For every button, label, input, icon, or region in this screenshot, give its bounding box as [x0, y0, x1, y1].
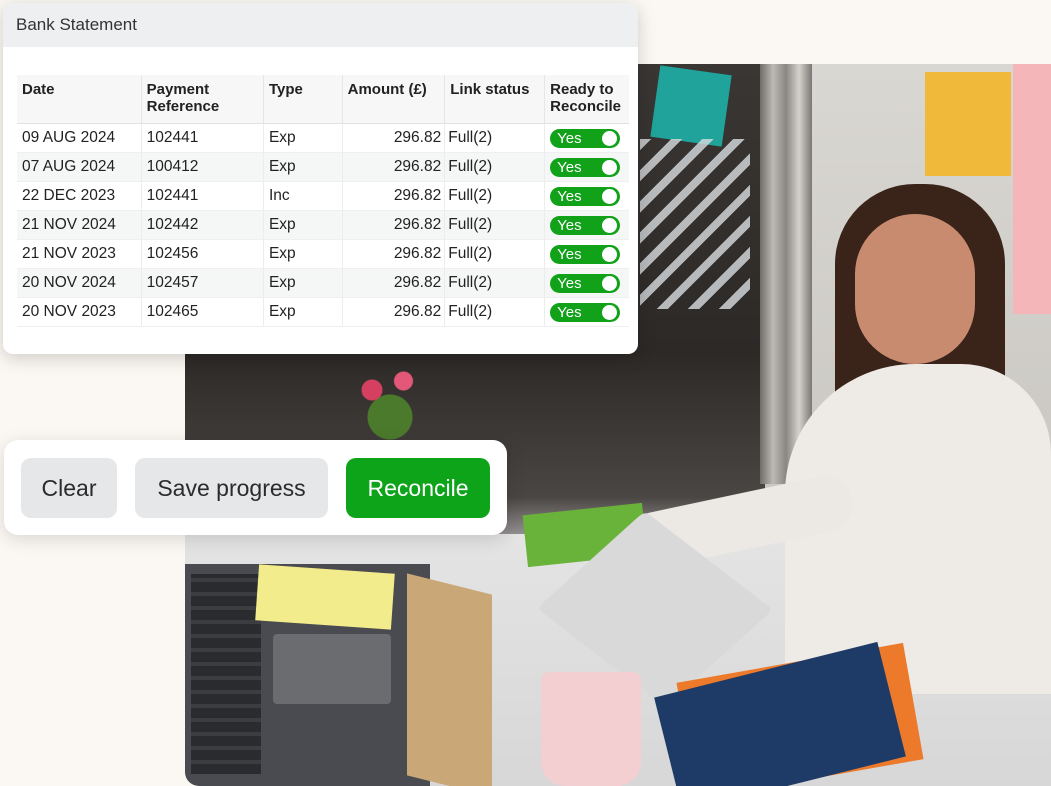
photo-stripes — [640, 139, 750, 309]
cell-ready: Yes — [544, 239, 629, 269]
cell-ready: Yes — [544, 123, 629, 153]
cell-ready: Yes — [544, 297, 629, 327]
photo-person-face — [855, 214, 975, 364]
cell-link-status: Full(2) — [444, 210, 546, 240]
table-row[interactable]: 22 DEC 2023 102441 Inc 296.82 Full(2) Ye… — [17, 181, 629, 211]
photo-mug — [541, 672, 641, 786]
toggle-label: Yes — [557, 129, 582, 147]
save-progress-button[interactable]: Save progress — [135, 458, 328, 518]
table-row[interactable]: 07 AUG 2024 100412 Exp 296.82 Full(2) Ye… — [17, 152, 629, 182]
cell-amount: 296.82 — [342, 268, 446, 298]
cell-link-status: Full(2) — [444, 181, 546, 211]
cell-type: Exp — [263, 239, 343, 269]
toggle-label: Yes — [557, 158, 582, 176]
cell-ready: Yes — [544, 268, 629, 298]
photo-cardboard — [407, 573, 492, 786]
cell-type: Exp — [263, 268, 343, 298]
toggle-knob — [602, 130, 618, 146]
cell-date: 21 NOV 2023 — [17, 239, 142, 269]
cell-link-status: Full(2) — [444, 297, 546, 327]
column-header-type[interactable]: Type — [263, 75, 343, 124]
cell-amount: 296.82 — [342, 210, 446, 240]
reconcile-actions-card: Clear Save progress Reconcile — [4, 440, 507, 535]
photo-pipe — [760, 64, 812, 484]
cell-amount: 296.82 — [342, 297, 446, 327]
cell-link-status: Full(2) — [444, 239, 546, 269]
cell-date: 22 DEC 2023 — [17, 181, 142, 211]
photo-flowers — [345, 354, 435, 444]
cell-payment-reference: 102456 — [141, 239, 264, 269]
cell-payment-reference: 102441 — [141, 181, 264, 211]
cell-type: Inc — [263, 181, 343, 211]
column-header-ready-to-reconcile[interactable]: Ready to Reconcile — [544, 75, 629, 124]
ready-toggle[interactable]: Yes — [550, 186, 621, 206]
cell-type: Exp — [263, 210, 343, 240]
ready-toggle[interactable]: Yes — [550, 215, 621, 235]
cell-date: 21 NOV 2024 — [17, 210, 142, 240]
toggle-knob — [602, 275, 618, 291]
cell-payment-reference: 102441 — [141, 123, 264, 153]
bank-statement-table: Date Payment Reference Type Amount (£) L… — [17, 75, 629, 327]
column-header-date[interactable]: Date — [17, 75, 142, 124]
cell-link-status: Full(2) — [444, 152, 546, 182]
cell-type: Exp — [263, 123, 343, 153]
cell-ready: Yes — [544, 152, 629, 182]
ready-toggle[interactable]: Yes — [550, 273, 621, 293]
cell-amount: 296.82 — [342, 152, 446, 182]
toggle-knob — [602, 304, 618, 320]
clear-button[interactable]: Clear — [21, 458, 117, 518]
cell-link-status: Full(2) — [444, 123, 546, 153]
bank-statement-card: Bank Statement Date Payment Reference Ty… — [3, 3, 638, 354]
photo-sticky-note — [255, 564, 395, 630]
cell-date: 20 NOV 2023 — [17, 297, 142, 327]
column-header-payment-reference[interactable]: Payment Reference — [141, 75, 264, 124]
cell-ready: Yes — [544, 210, 629, 240]
cell-date: 20 NOV 2024 — [17, 268, 142, 298]
toggle-label: Yes — [557, 274, 582, 292]
toggle-label: Yes — [557, 245, 582, 263]
toggle-label: Yes — [557, 303, 582, 321]
table-row[interactable]: 21 NOV 2024 102442 Exp 296.82 Full(2) Ye… — [17, 210, 629, 240]
photo-laptop-keys — [191, 574, 261, 774]
toggle-label: Yes — [557, 187, 582, 205]
reconcile-button[interactable]: Reconcile — [346, 458, 490, 518]
photo-thank-you-card — [650, 65, 732, 147]
toggle-knob — [602, 188, 618, 204]
cell-payment-reference: 102457 — [141, 268, 264, 298]
column-header-link-status[interactable]: Link status — [444, 75, 546, 124]
ready-toggle[interactable]: Yes — [550, 302, 621, 322]
photo-pink-poster — [1013, 64, 1051, 314]
cell-amount: 296.82 — [342, 181, 446, 211]
cell-type: Exp — [263, 297, 343, 327]
cell-payment-reference: 100412 — [141, 152, 264, 182]
column-header-amount[interactable]: Amount (£) — [342, 75, 446, 124]
toggle-knob — [602, 217, 618, 233]
cell-type: Exp — [263, 152, 343, 182]
bank-statement-title: Bank Statement — [3, 3, 638, 47]
table-header-row: Date Payment Reference Type Amount (£) L… — [17, 75, 629, 124]
cell-payment-reference: 102442 — [141, 210, 264, 240]
ready-toggle[interactable]: Yes — [550, 244, 621, 264]
toggle-knob — [602, 246, 618, 262]
table-row[interactable]: 20 NOV 2024 102457 Exp 296.82 Full(2) Ye… — [17, 268, 629, 298]
table-row[interactable]: 21 NOV 2023 102456 Exp 296.82 Full(2) Ye… — [17, 239, 629, 269]
table-row[interactable]: 20 NOV 2023 102465 Exp 296.82 Full(2) Ye… — [17, 297, 629, 327]
cell-date: 09 AUG 2024 — [17, 123, 142, 153]
toggle-label: Yes — [557, 216, 582, 234]
toggle-knob — [602, 159, 618, 175]
cell-date: 07 AUG 2024 — [17, 152, 142, 182]
photo-poster — [925, 72, 1011, 176]
ready-toggle[interactable]: Yes — [550, 128, 621, 148]
cell-amount: 296.82 — [342, 239, 446, 269]
ready-toggle[interactable]: Yes — [550, 157, 621, 177]
cell-payment-reference: 102465 — [141, 297, 264, 327]
cell-amount: 296.82 — [342, 123, 446, 153]
cell-ready: Yes — [544, 181, 629, 211]
photo-laptop-trackpad — [273, 634, 391, 704]
cell-link-status: Full(2) — [444, 268, 546, 298]
table-row[interactable]: 09 AUG 2024 102441 Exp 296.82 Full(2) Ye… — [17, 123, 629, 153]
